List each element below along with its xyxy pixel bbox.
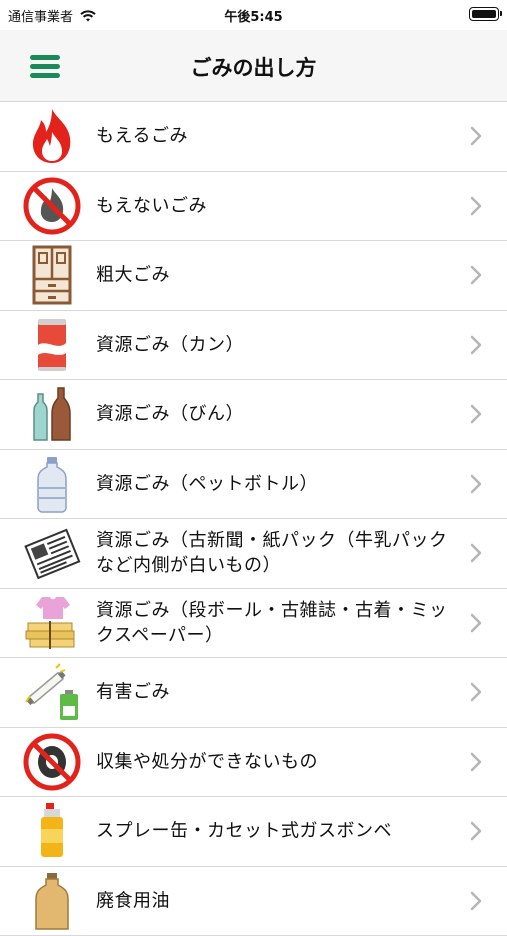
chevron-right-icon	[469, 542, 483, 564]
list-item-label: 粗大ごみ	[96, 263, 459, 288]
list-item-label: 収集や処分ができないもの	[96, 749, 459, 774]
list-item-oversized[interactable]: 粗大ごみ	[0, 241, 507, 311]
flame-icon	[22, 106, 82, 166]
list-item-cooking-oil[interactable]: 廃食用油	[0, 867, 507, 936]
page-title: ごみの出し方	[0, 52, 507, 82]
list-item-burnable[interactable]: もえるごみ	[0, 102, 507, 172]
list-item-resource-bottle[interactable]: 資源ごみ（びん）	[0, 380, 507, 450]
chevron-right-icon	[469, 125, 483, 147]
spray-can-icon	[22, 801, 82, 861]
chevron-right-icon	[469, 195, 483, 217]
list-item-label: スプレー缶・カセット式ガスボンベ	[96, 819, 459, 844]
chevron-right-icon	[469, 820, 483, 842]
pet-bottle-icon	[22, 454, 82, 514]
list-item-label: 有害ごみ	[96, 680, 459, 705]
list-item-resource-newspaper[interactable]: 資源ごみ（古新聞・紙パック（牛乳パックなど内側が白いもの）	[0, 519, 507, 589]
list-item-label: もえないごみ	[96, 193, 459, 218]
chevron-right-icon	[469, 264, 483, 286]
chevron-right-icon	[469, 681, 483, 703]
list-item-resource-can[interactable]: 資源ごみ（カン）	[0, 311, 507, 381]
can-icon	[22, 315, 82, 375]
list-item-spray-can[interactable]: スプレー缶・カセット式ガスボンベ	[0, 797, 507, 867]
bottles-icon	[22, 384, 82, 444]
status-bar: 通信事業者 午後5:45	[0, 0, 507, 30]
cabinet-icon	[22, 245, 82, 305]
list-item-label: 資源ごみ（カン）	[96, 332, 459, 357]
list-item-resource-cardboard[interactable]: 資源ごみ（段ボール・古雑誌・古着・ミックスペーパー）	[0, 589, 507, 659]
list-item-label: 資源ごみ（古新聞・紙パック（牛乳パックなど内側が白いもの）	[96, 528, 459, 578]
oil-bottle-icon	[22, 871, 82, 931]
list-item-label: 資源ごみ（びん）	[96, 402, 459, 427]
list-item-label: 資源ごみ（段ボール・古雑誌・古着・ミックスペーパー）	[96, 598, 459, 648]
garbage-category-list: もえるごみ もえないごみ 粗大ごみ	[0, 102, 507, 936]
fluorescent-battery-icon	[22, 662, 82, 722]
list-item-label: 廃食用油	[96, 888, 459, 913]
chevron-right-icon	[469, 612, 483, 634]
battery-icon	[469, 7, 499, 21]
list-item-non-burnable[interactable]: もえないごみ	[0, 172, 507, 242]
status-time: 午後5:45	[0, 6, 507, 25]
navigation-bar: ごみの出し方	[0, 30, 507, 102]
chevron-right-icon	[469, 751, 483, 773]
list-item-label: 資源ごみ（ペットボトル）	[96, 471, 459, 496]
no-burn-icon	[22, 176, 82, 236]
list-item-resource-pet-bottle[interactable]: 資源ごみ（ペットボトル）	[0, 450, 507, 520]
list-item-label: もえるごみ	[96, 124, 459, 149]
list-item-not-collectable[interactable]: 収集や処分ができないもの	[0, 728, 507, 798]
list-item-hazardous[interactable]: 有害ごみ	[0, 658, 507, 728]
chevron-right-icon	[469, 473, 483, 495]
cardboard-clothes-icon	[22, 593, 82, 653]
chevron-right-icon	[469, 403, 483, 425]
no-tire-icon	[22, 732, 82, 792]
chevron-right-icon	[469, 890, 483, 912]
chevron-right-icon	[469, 334, 483, 356]
newspaper-icon	[22, 523, 82, 583]
